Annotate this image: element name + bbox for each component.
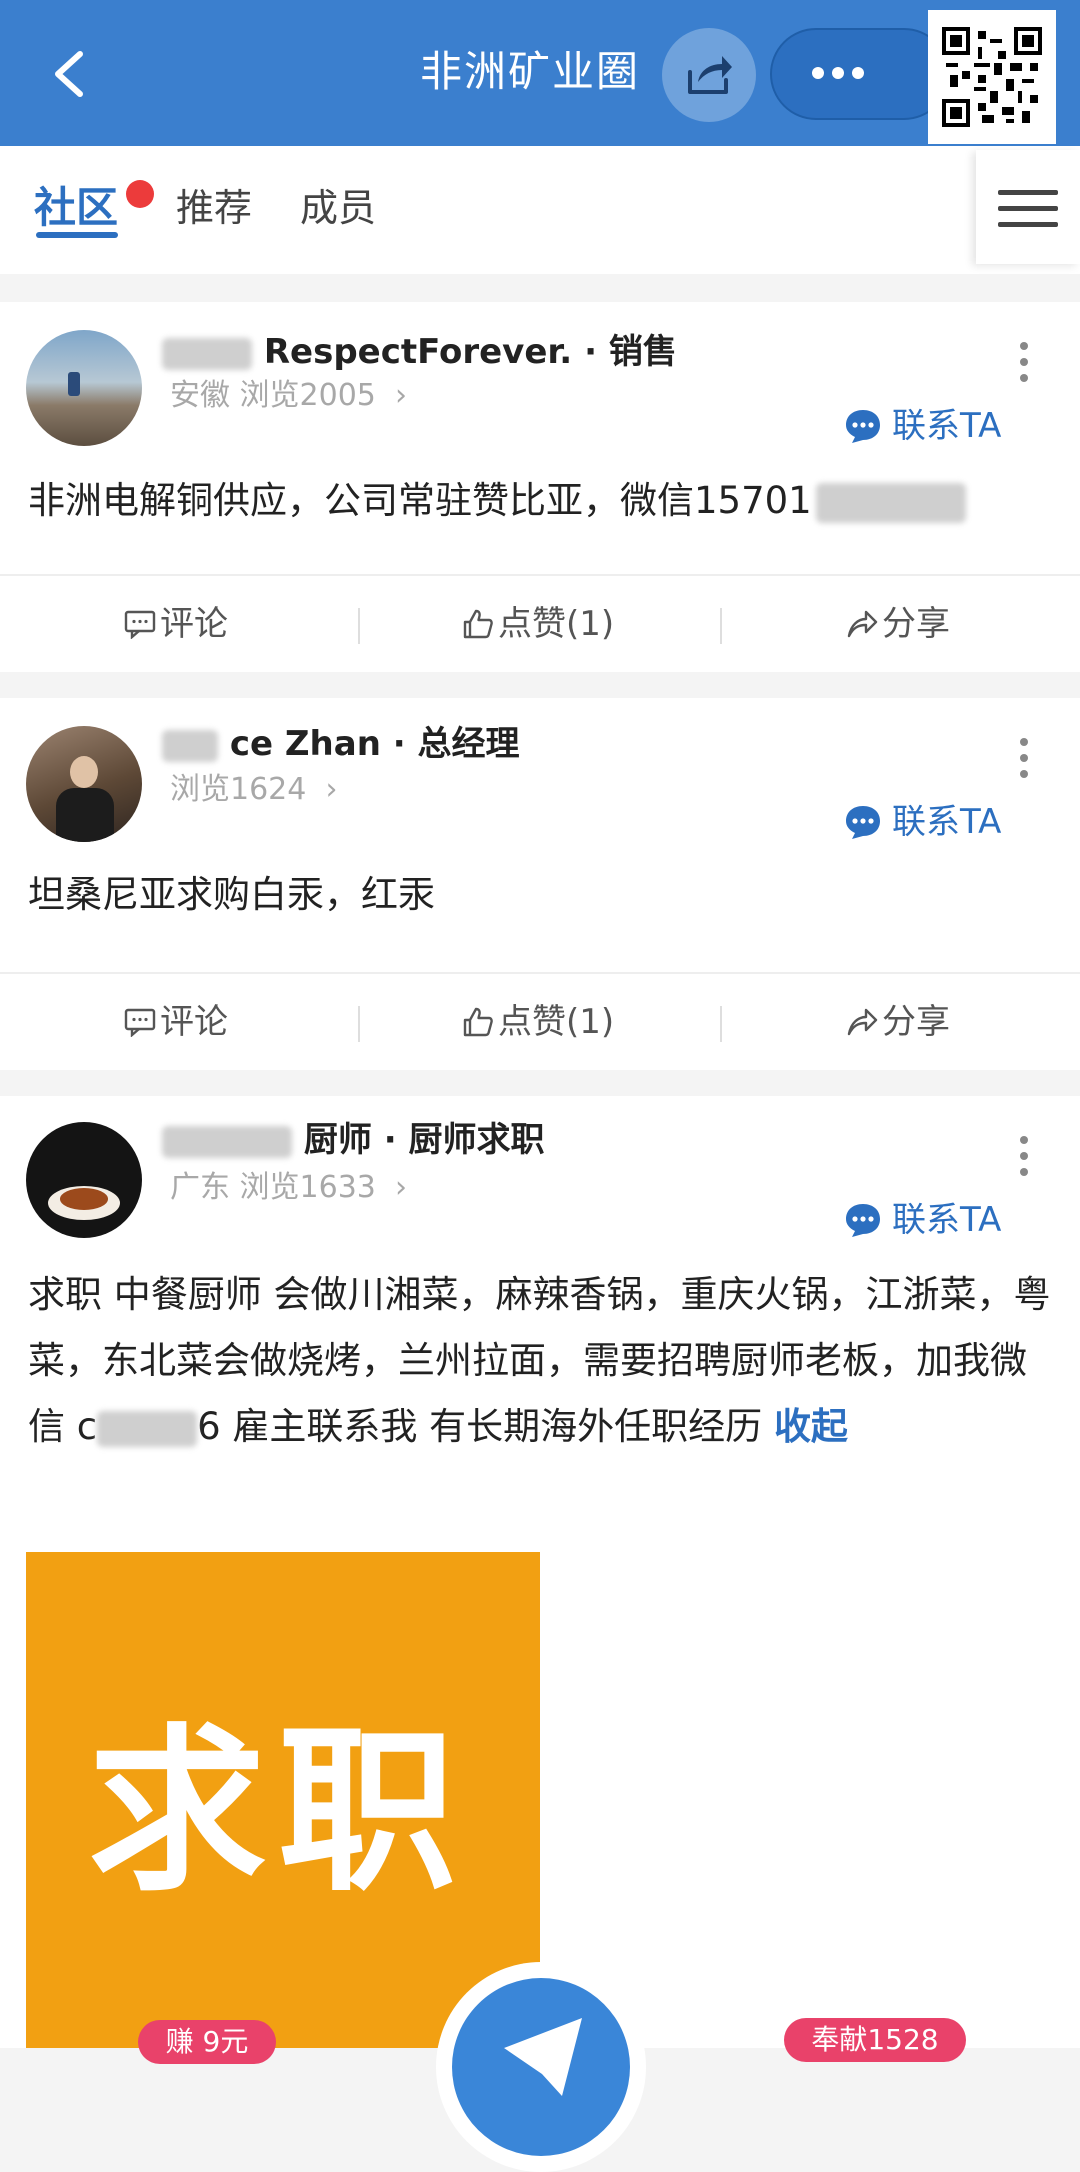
share-button[interactable] [662,28,756,122]
comment-button[interactable]: 评论 [124,996,228,1048]
share-label: 分享 [882,604,950,644]
more-dots-icon [812,64,872,84]
chevron-right-icon: › [385,1170,407,1205]
avatar[interactable] [26,726,142,842]
divider [358,608,360,644]
contact-button[interactable]: 联系TA [846,1196,1002,1244]
comment-button[interactable]: 评论 [124,598,228,650]
post-image[interactable]: 求职 [26,1552,540,2048]
redacted-name [162,1125,292,1158]
redacted-name [162,337,252,370]
view-count: 浏览2005 [239,378,376,413]
author-name: 厨师 · 厨师求职 [162,1116,544,1164]
earn-badge[interactable]: 赚 9元 [138,2020,276,2064]
author-visible-name: ce Zhan [229,724,381,764]
contribution-badge[interactable]: 奉献1528 [784,2018,966,2062]
tab-community[interactable]: 社区 [34,180,118,236]
contact-button[interactable]: 联系TA [846,798,1002,846]
like-label: 点赞(1) [498,1002,615,1042]
post-more-icon[interactable] [1020,1136,1030,1184]
divider [358,1006,360,1042]
avatar[interactable] [26,330,142,446]
like-label: 点赞(1) [498,604,615,644]
author-role: · 厨师求职 [383,1120,545,1160]
tab-members[interactable]: 成员 [300,180,376,236]
author-visible-name: 厨师 [303,1120,372,1160]
share-post-button[interactable]: 分享 [846,598,950,650]
active-tab-indicator [36,232,118,238]
post-meta[interactable]: 安徽 浏览2005 › [170,374,407,418]
notification-dot [126,180,154,208]
comment-icon [124,1008,156,1038]
post-card: ce Zhan · 总经理 浏览1624 › 联系TA 坦桑尼亚求购白汞，红汞 [0,698,1080,972]
comment-label: 评论 [160,604,228,644]
share-arrow-icon [847,1008,878,1036]
post-image-text: 求职 [88,1708,468,1915]
chevron-right-icon: › [385,378,407,413]
post-actions: 评论 点赞(1) 分享 [0,574,1080,672]
contact-button[interactable]: 联系TA [846,402,1002,450]
post-meta[interactable]: 浏览1624 › [170,768,337,812]
view-count: 浏览1624 [170,772,307,807]
comment-icon [124,610,156,640]
contact-label: 联系TA [892,802,1002,842]
post-card: RespectForever. · 销售 安徽 浏览2005 › 联系TA 非洲… [0,302,1080,574]
post-text-content: 6 雇主联系我 有长期海外任职经历 [197,1405,763,1448]
share-icon [688,56,732,94]
post-meta[interactable]: 广东 浏览1633 › [170,1166,407,1210]
post-text: 非洲电解铜供应，公司常驻赞比亚，微信15701 [28,468,1054,534]
like-button[interactable]: 点赞(1) [462,598,614,650]
chevron-right-icon: › [315,772,338,807]
share-arrow-icon [847,610,878,638]
post-text: 求职 中餐厨师 会做川湘菜，麻辣香锅，重庆火锅，江浙菜，粤菜，东北菜会做烧烤，兰… [28,1262,1054,1460]
contact-label: 联系TA [892,1200,1002,1240]
post-more-icon[interactable] [1020,342,1030,390]
post-text: 坦桑尼亚求购白汞，红汞 [28,873,435,916]
redacted-wechat [97,1410,198,1447]
author-role: · 销售 [584,332,677,372]
thumbs-up-icon [463,1007,493,1037]
comment-label: 评论 [160,1002,228,1042]
view-count: 浏览1633 [239,1170,376,1205]
collapse-link[interactable]: 收起 [774,1405,848,1448]
contact-label: 联系TA [892,406,1002,446]
paper-plane-icon [452,1978,630,2156]
tab-bar: 社区 推荐 成员 [0,146,1080,274]
post-actions: 评论 点赞(1) 分享 [0,972,1080,1070]
redacted-name [162,729,218,762]
author-location: 广东 [170,1170,230,1205]
post-more-icon[interactable] [1020,738,1030,786]
redacted-phone [815,482,966,523]
share-label: 分享 [882,1002,950,1042]
chat-bubble-icon [846,410,880,443]
like-button[interactable]: 点赞(1) [462,996,614,1048]
more-menu-capsule[interactable] [770,28,950,120]
qr-code-icon[interactable] [928,10,1056,144]
author-visible-name: RespectForever. [263,332,573,372]
author-location: 安徽 [170,378,230,413]
page-title: 非洲矿业圈 [420,47,641,96]
post-text-content: 非洲电解铜供应，公司常驻赞比亚，微信15701 [28,479,812,522]
chat-bubble-icon [846,1204,880,1237]
chat-bubble-icon [846,806,880,839]
thumbs-up-icon [463,609,493,639]
share-post-button[interactable]: 分享 [846,996,950,1048]
author-name: ce Zhan · 总经理 [162,720,520,768]
divider [720,1006,722,1042]
author-name: RespectForever. · 销售 [162,328,677,376]
divider [720,608,722,644]
avatar[interactable] [26,1122,142,1238]
hamburger-menu-button[interactable] [976,150,1080,264]
author-role: · 总经理 [392,724,520,764]
tab-recommend[interactable]: 推荐 [176,180,252,236]
back-arrow-icon[interactable] [44,44,100,104]
publish-fab[interactable] [436,1962,646,2172]
app-header: 非洲矿业圈 [0,0,1080,146]
